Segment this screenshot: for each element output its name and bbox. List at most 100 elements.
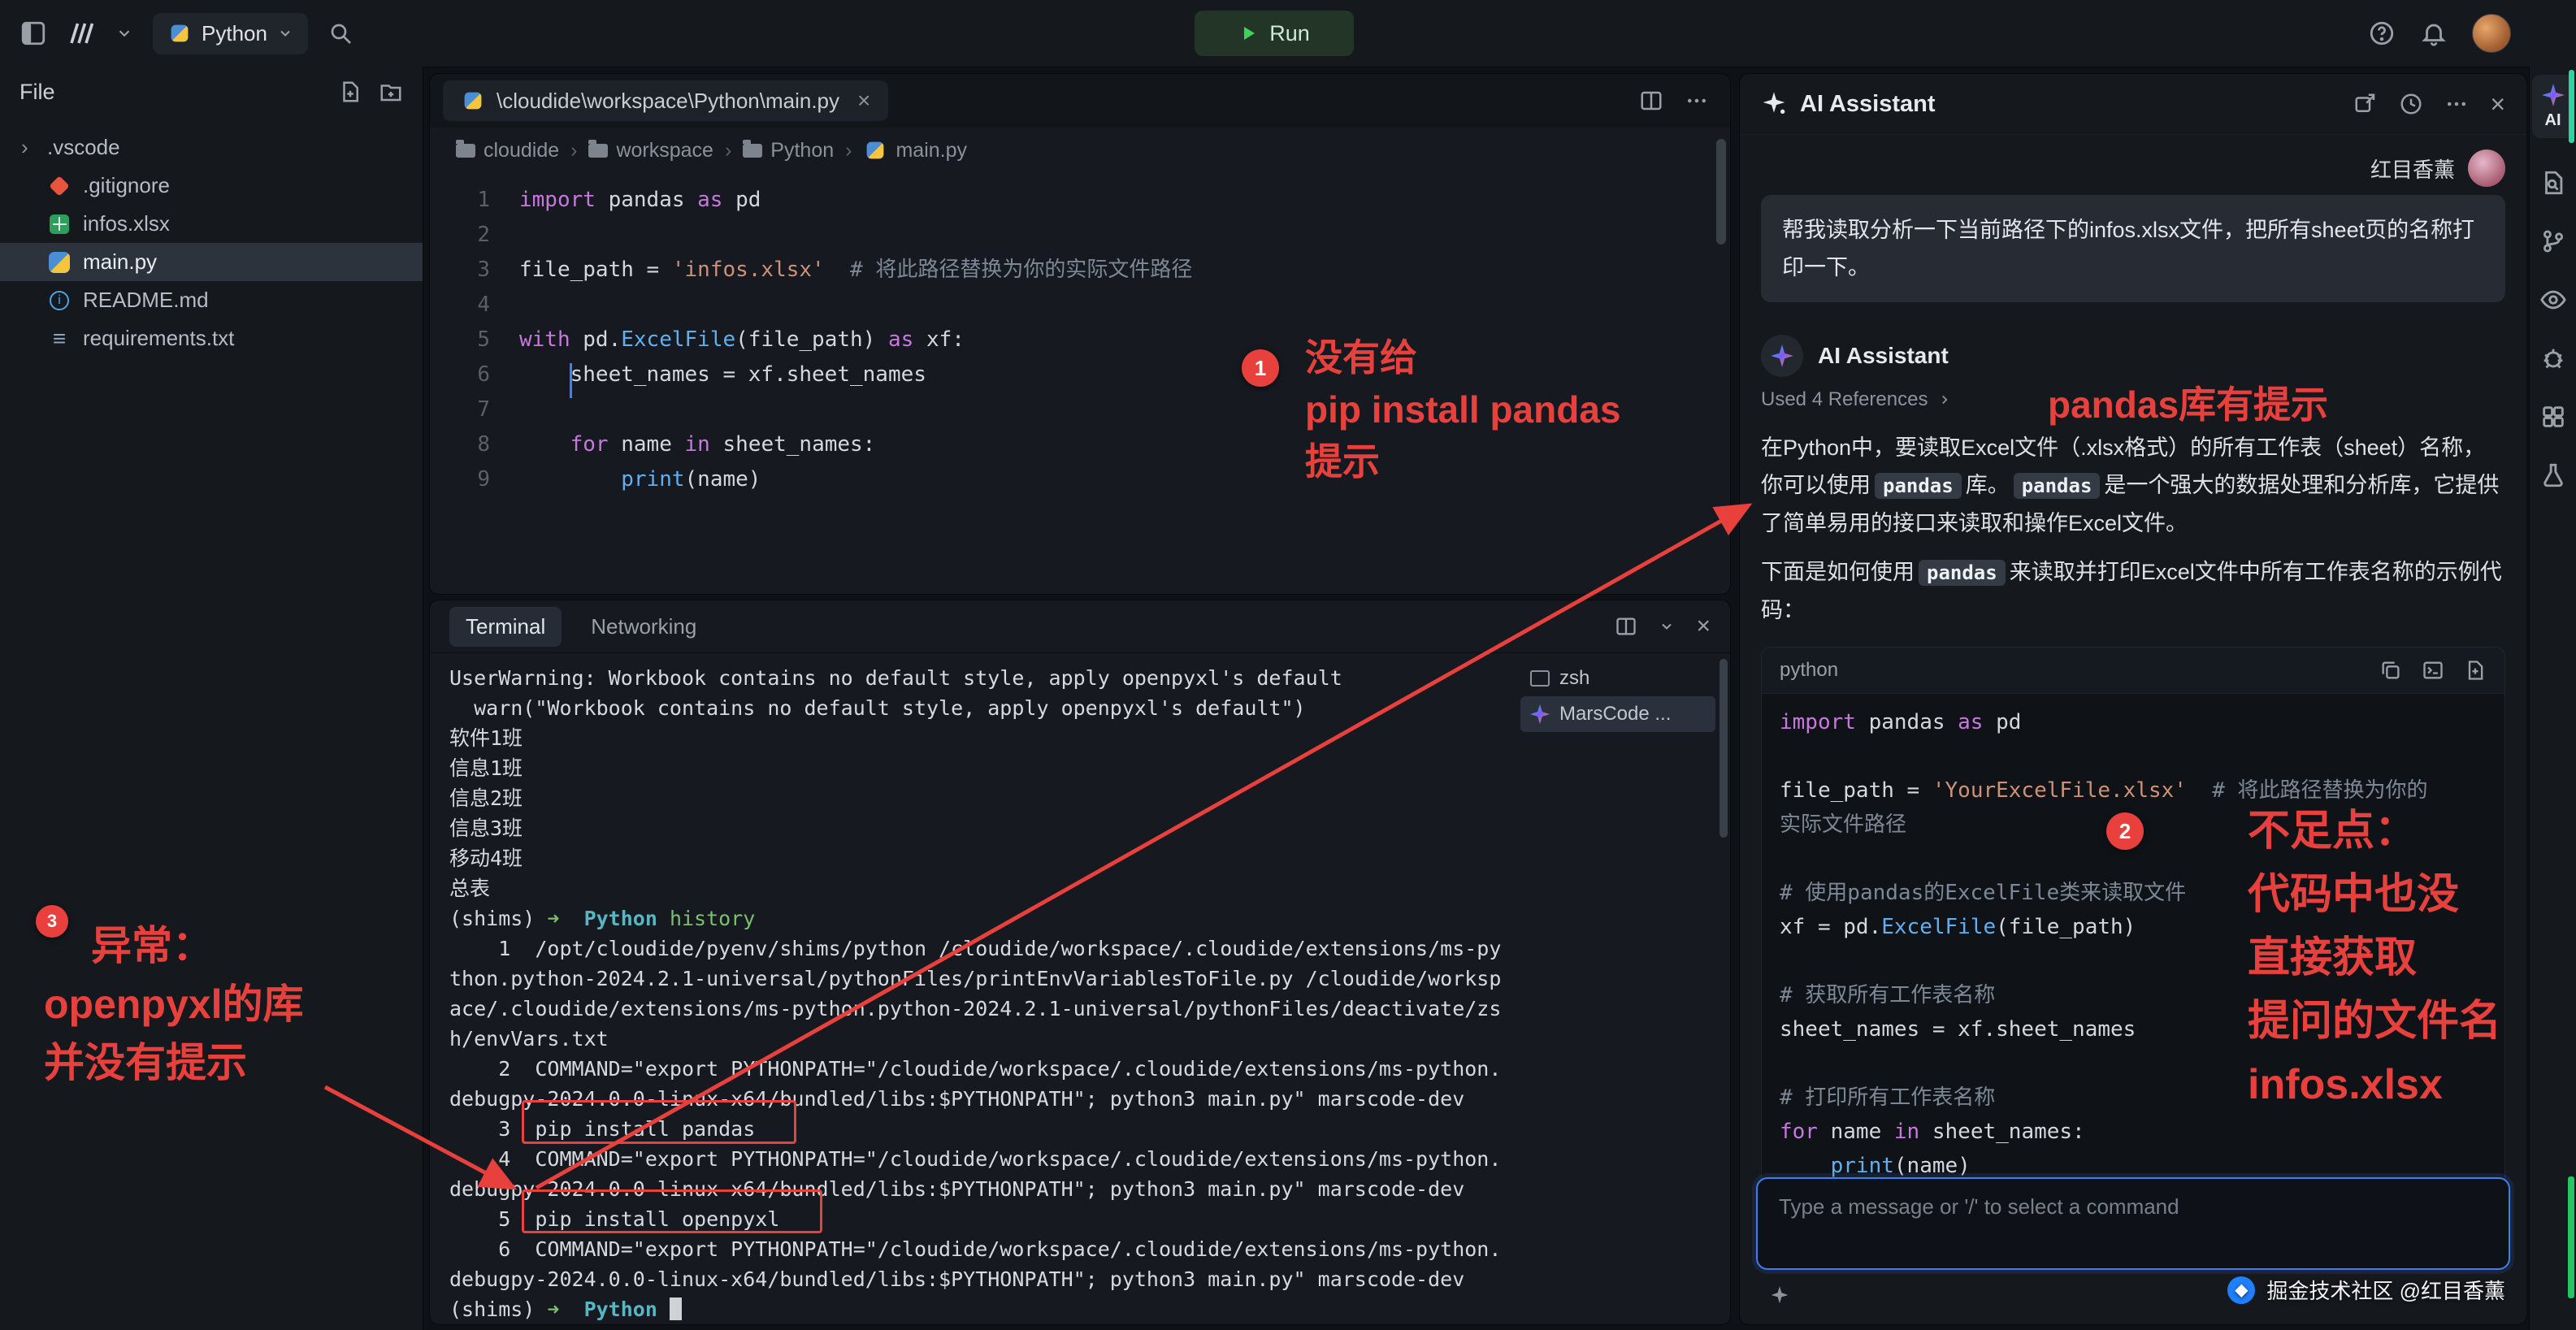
- search-icon[interactable]: [327, 20, 353, 46]
- ai-code-line: sheet_names = xf.sheet_names: [1780, 1012, 2487, 1046]
- sidebar-toggle-icon[interactable]: [20, 19, 47, 47]
- chat-input-box[interactable]: [1756, 1177, 2510, 1270]
- close-terminal-icon[interactable]: ×: [1696, 613, 1711, 640]
- terminal-line: 3 pip install pandas: [449, 1114, 1730, 1144]
- file-item-README.md[interactable]: README.md: [0, 281, 423, 319]
- file-item-.vscode[interactable]: ›.vscode: [0, 128, 423, 167]
- python-icon: [170, 24, 189, 43]
- chevron-down-icon[interactable]: [115, 24, 133, 42]
- terminal-line: 移动4班: [449, 843, 1730, 873]
- breadcrumb-item-workspace[interactable]: workspace: [588, 139, 713, 162]
- marscode-logo-icon[interactable]: [67, 19, 96, 48]
- terminal-icon: [1530, 670, 1550, 687]
- extensions-grid-icon[interactable]: [2539, 403, 2567, 431]
- preview-eye-icon[interactable]: [2539, 286, 2567, 314]
- git-file-icon: [47, 174, 72, 198]
- terminal-line: debugpy-2024.0.0-linux-x64/bundled/libs:…: [449, 1264, 1730, 1294]
- debug-bug-icon[interactable]: [2539, 344, 2567, 372]
- breadcrumb-separator: ›: [570, 139, 577, 162]
- ai-assistant-button[interactable]: AI: [2532, 75, 2574, 138]
- ai-code-line: 实际文件路径: [1780, 808, 2487, 842]
- readme-file-icon: [47, 288, 72, 313]
- new-chat-icon[interactable]: [2353, 92, 2378, 116]
- ai-code-line: [1780, 842, 2487, 876]
- ai-code-line: [1780, 739, 2487, 773]
- editor-code-line: 1import pandas as pd: [430, 183, 1730, 218]
- breadcrumb-item-main.py[interactable]: main.py: [863, 138, 967, 162]
- insert-to-terminal-icon[interactable]: [2422, 659, 2444, 682]
- ai-code-line: xf = pd.ExcelFile(file_path): [1780, 910, 2487, 944]
- split-terminal-icon[interactable]: [1615, 615, 1637, 638]
- run-button[interactable]: Run: [1195, 11, 1354, 56]
- quick-actions-spark-icon[interactable]: [1769, 1285, 1790, 1306]
- editor-code-line: 7: [430, 392, 1730, 427]
- user-avatar[interactable]: [2472, 14, 2511, 53]
- editor-scrollbar[interactable]: [1716, 139, 1726, 245]
- history-icon[interactable]: [2399, 92, 2423, 116]
- close-panel-icon[interactable]: ×: [2490, 89, 2505, 119]
- git-branch-icon[interactable]: [2539, 227, 2567, 255]
- close-tab-icon[interactable]: ×: [857, 88, 870, 114]
- editor-code-line: 6 sheet_names = xf.sheet_names: [430, 357, 1730, 392]
- ai-panel-title: AI Assistant: [1800, 91, 1936, 118]
- file-label: infos.xlsx: [83, 211, 170, 236]
- ai-button-label: AI: [2545, 111, 2561, 130]
- split-editor-icon[interactable]: [1639, 89, 1663, 113]
- file-label: main.py: [83, 249, 157, 275]
- terminal-session-MarsCode-[interactable]: MarsCode ...: [1520, 696, 1715, 732]
- file-item-main.py[interactable]: main.py: [0, 243, 423, 281]
- file-explorer-panel: File ›.vscode.gitignore infos.xlsx main.py…: [0, 67, 423, 1330]
- new-file-icon[interactable]: [338, 80, 362, 104]
- python-file-icon: [47, 250, 72, 275]
- environment-label: Python: [202, 21, 267, 46]
- file-item-infos.xlsx[interactable]: infos.xlsx: [0, 205, 423, 243]
- file-item-requirements.txt[interactable]: requirements.txt: [0, 319, 423, 357]
- copy-code-icon[interactable]: [2379, 659, 2402, 682]
- folder-icon: [456, 144, 475, 158]
- ai-code-line: [1780, 1046, 2487, 1081]
- more-actions-icon[interactable]: [2444, 92, 2469, 116]
- ai-code-line: file_path = 'YourExcelFile.xlsx' # 将此路径替…: [1780, 773, 2487, 808]
- terminal-session-zsh[interactable]: zsh: [1520, 661, 1715, 696]
- ai-assistant-panel: AI Assistant × 红目香薰 帮我读取分析一下当前路径下的infos.…: [1739, 73, 2527, 1325]
- editor-code-line: 8 for name in sheet_names:: [430, 427, 1730, 462]
- help-icon[interactable]: [2368, 19, 2396, 47]
- breadcrumb: cloudide›workspace›Python›main.py: [430, 128, 1730, 173]
- editor-tab-title: \cloudide\workspace\Python\main.py: [497, 89, 839, 114]
- inline-code: pandas: [1919, 560, 2006, 586]
- tab-networking[interactable]: Networking: [591, 614, 696, 639]
- terminal-line: 信息3班: [449, 813, 1730, 843]
- tab-terminal[interactable]: Terminal: [449, 607, 562, 647]
- chevron-down-icon[interactable]: [1659, 618, 1675, 635]
- terminal-line: 6 COMMAND="export PYTHONPATH="/cloudide/…: [449, 1234, 1730, 1264]
- file-search-icon[interactable]: [2539, 169, 2567, 197]
- notifications-bell-icon[interactable]: [2420, 19, 2448, 47]
- editor-code-line: 4: [430, 288, 1730, 323]
- terminal-output[interactable]: UserWarning: Workbook contains no defaul…: [430, 653, 1730, 1324]
- chevron-down-icon: [277, 25, 293, 41]
- editor-tab-main-py[interactable]: \cloudide\workspace\Python\main.py ×: [443, 80, 888, 121]
- editor-code-line: 5with pd.ExcelFile(file_path) as xf:: [430, 323, 1730, 357]
- editor-code-line: 2: [430, 218, 1730, 253]
- ai-name: AI Assistant: [1818, 343, 1949, 369]
- right-scrollbar-top[interactable]: [2569, 70, 2574, 143]
- chat-input[interactable]: [1777, 1194, 2492, 1220]
- file-item-.gitignore[interactable]: .gitignore: [0, 167, 423, 205]
- breadcrumb-item-cloudide[interactable]: cloudide: [456, 139, 559, 162]
- environment-selector[interactable]: Python: [153, 13, 308, 54]
- editor-code[interactable]: 1import pandas as pd2 3file_path = 'info…: [430, 173, 1730, 497]
- editor-code-line: 3file_path = 'infos.xlsx' # 将此路径替换为你的实际文…: [430, 253, 1730, 288]
- breadcrumb-item-Python[interactable]: Python: [743, 139, 834, 162]
- file-label: .vscode: [47, 135, 120, 160]
- more-actions-icon[interactable]: [1685, 89, 1709, 113]
- terminal-scrollbar[interactable]: [1720, 659, 1728, 838]
- new-folder-icon[interactable]: [379, 80, 403, 104]
- terminal-line: 总表: [449, 873, 1730, 903]
- references-toggle[interactable]: Used 4 References: [1740, 382, 2526, 418]
- ai-code-line: # 使用pandas的ExcelFile类来读取文件: [1780, 876, 2487, 910]
- ai-paragraph-1: 在Python中，要读取Excel文件（.xlsx格式）的所有工作表（sheet…: [1740, 418, 2526, 542]
- test-flask-icon[interactable]: [2539, 461, 2567, 489]
- right-scrollbar-bottom[interactable]: [2568, 1176, 2574, 1298]
- insert-to-file-icon[interactable]: [2464, 659, 2487, 682]
- explorer-title: File: [20, 80, 55, 105]
